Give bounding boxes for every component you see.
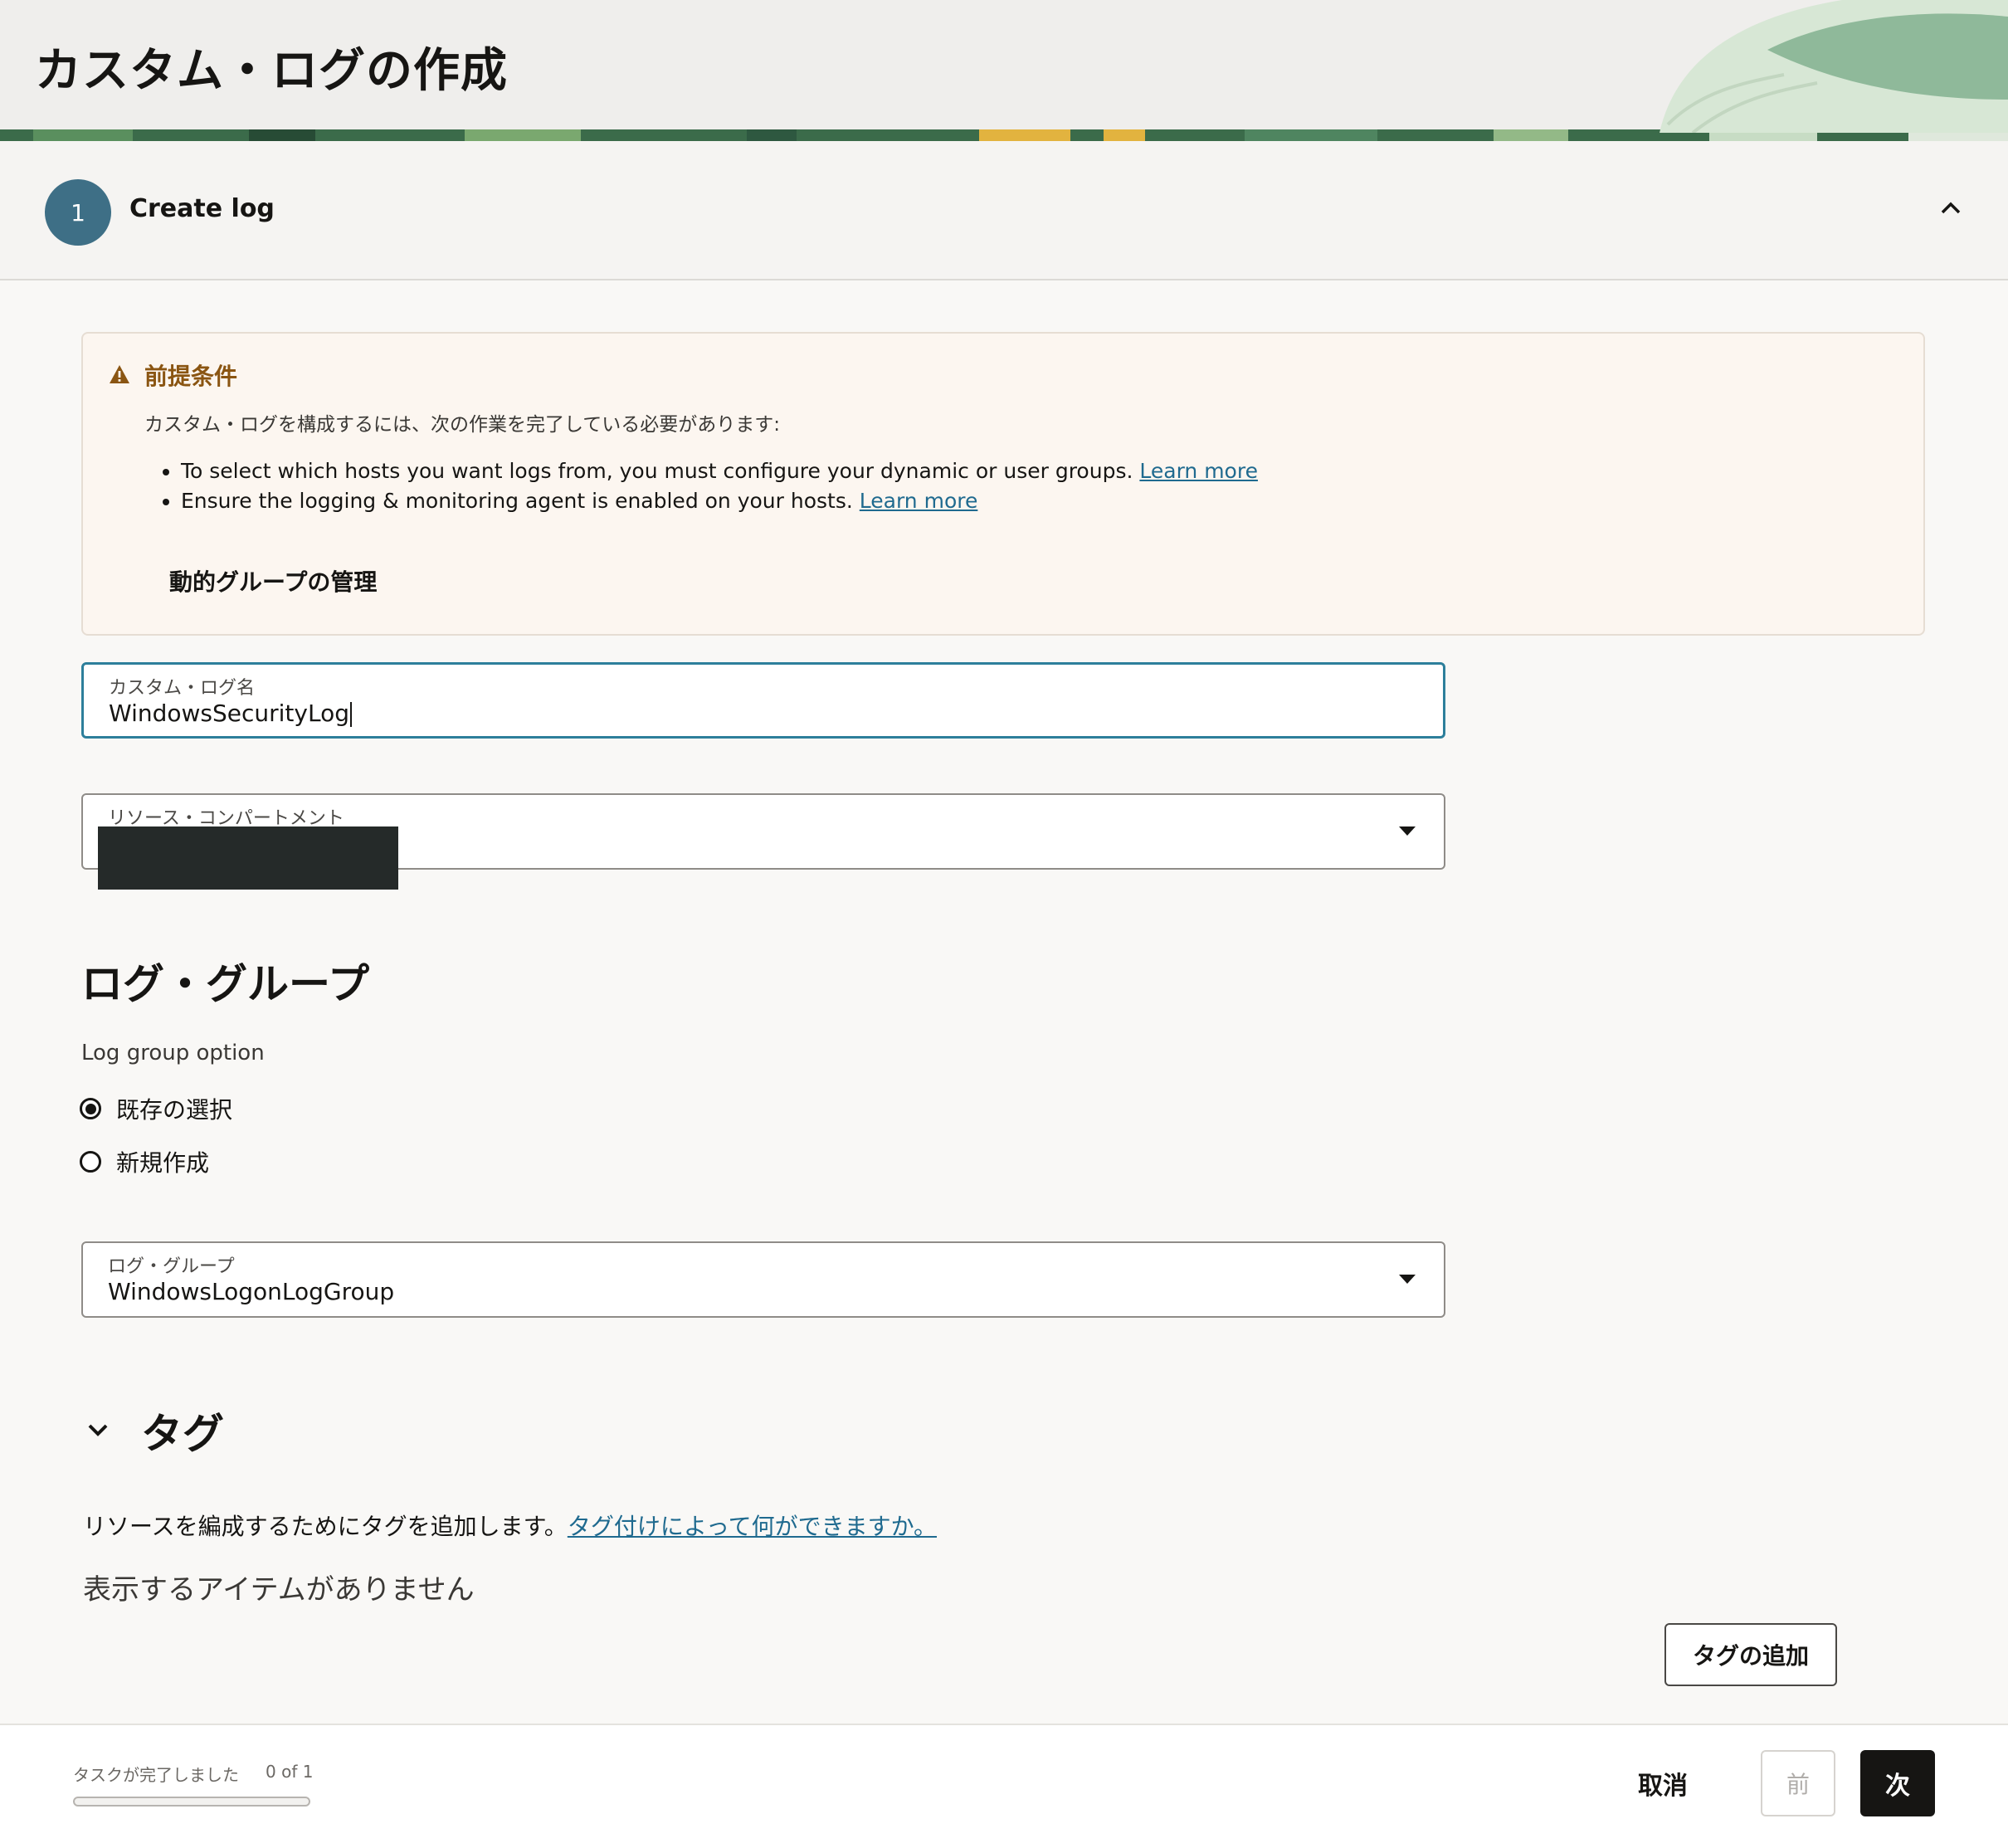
chevron-down-icon[interactable]: [85, 1416, 111, 1442]
tags-heading: タグ: [141, 1410, 224, 1458]
tags-description: リソースを編成するためにタグを追加します。タグ付けによって何ができますか。: [83, 1509, 937, 1542]
radio-button-selected[interactable]: [80, 1098, 101, 1119]
tasks-count: 0 of 1: [266, 1762, 314, 1782]
step-header[interactable]: 1 Create log: [0, 141, 2008, 280]
radio-label: 既存の選択: [116, 1096, 233, 1124]
learn-more-link[interactable]: Learn more: [860, 489, 978, 513]
chevron-up-icon[interactable]: [1938, 196, 1963, 221]
prerequisite-item: To select which hosts you want logs from…: [181, 456, 1258, 486]
learn-more-link[interactable]: Learn more: [1139, 459, 1258, 483]
empty-message: 表示するアイテムがありません: [83, 1573, 475, 1607]
prerequisites-intro: カスタム・ログを構成するには、次の作業を完了している必要があります:: [144, 414, 781, 436]
custom-log-name-value: WindowsSecurityLog: [109, 700, 349, 727]
manage-dynamic-groups-link[interactable]: 動的グループの管理: [169, 564, 377, 597]
next-button[interactable]: 次: [1860, 1750, 1935, 1816]
tags-help-link[interactable]: タグ付けによって何ができますか。: [568, 1513, 937, 1540]
step-label: Create log: [129, 194, 275, 223]
prerequisites-banner: 前提条件 カスタム・ログを構成するには、次の作業を完了している必要があります: …: [81, 332, 1925, 636]
tasks-completed-label: タスクが完了しました: [73, 1765, 239, 1785]
page-title: カスタム・ログの作成: [35, 44, 508, 98]
custom-log-name-label: カスタム・ログ名: [109, 678, 256, 699]
radio-button[interactable]: [80, 1151, 101, 1173]
warning-icon: [110, 365, 129, 383]
log-group-option-label: Log group option: [81, 1041, 265, 1065]
resource-compartment-select[interactable]: リソース・コンパートメント: [81, 793, 1445, 890]
footer-bar: タスクが完了しました 0 of 1 取消 前 次: [0, 1724, 2008, 1848]
cancel-button[interactable]: 取消: [1638, 1765, 1688, 1802]
custom-log-name-input[interactable]: カスタム・ログ名 WindowsSecurityLog: [81, 662, 1445, 739]
prerequisite-text: Ensure the logging & monitoring agent is…: [181, 489, 853, 513]
radio-label: 新規作成: [116, 1149, 210, 1177]
prerequisite-item: Ensure the logging & monitoring agent is…: [181, 486, 1258, 516]
radio-select-existing[interactable]: 既存の選択: [80, 1092, 232, 1125]
caret-down-icon: [1399, 826, 1416, 836]
log-group-label: ログ・グループ: [108, 1256, 235, 1277]
text-cursor: [349, 702, 352, 727]
log-group-select[interactable]: ログ・グループ WindowsLogonLogGroup: [81, 1241, 1445, 1318]
log-group-value: WindowsLogonLogGroup: [108, 1278, 395, 1305]
prerequisites-list: To select which hosts you want logs from…: [154, 456, 1258, 516]
page-header: カスタム・ログの作成: [0, 0, 2008, 141]
caret-down-icon: [1399, 1275, 1416, 1284]
redacted-value: [98, 826, 398, 890]
prerequisite-text: To select which hosts you want logs from…: [181, 459, 1133, 483]
step-number-badge: 1: [45, 179, 111, 246]
prerequisites-title: 前提条件: [144, 363, 238, 390]
add-tag-button[interactable]: タグの追加: [1664, 1623, 1837, 1686]
previous-button[interactable]: 前: [1761, 1750, 1835, 1816]
log-group-heading: ログ・グループ: [81, 960, 369, 1008]
radio-create-new[interactable]: 新規作成: [80, 1145, 209, 1178]
progress-bar: [73, 1797, 310, 1807]
tags-description-text: リソースを編成するためにタグを追加します。: [83, 1513, 568, 1540]
decorative-leaves: [1660, 0, 2008, 133]
